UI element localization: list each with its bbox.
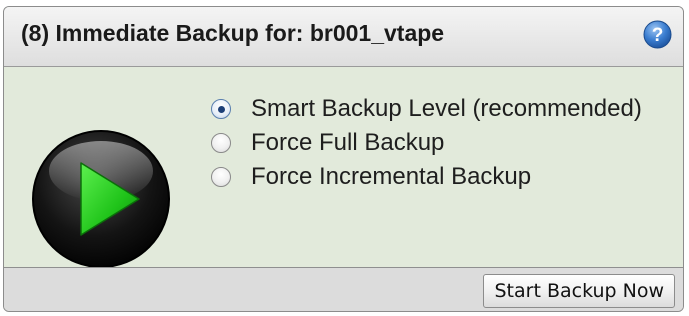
option-label: Smart Backup Level (recommended) — [251, 95, 642, 122]
panel-title: (8) Immediate Backup for: br001_vtape — [21, 20, 445, 46]
option-force-full-backup[interactable]: Force Full Backup — [211, 126, 642, 160]
panel-header: (8) Immediate Backup for: br001_vtape ? — [4, 7, 683, 67]
backup-level-options: Smart Backup Level (recommended) Force F… — [211, 92, 642, 194]
option-smart-backup[interactable]: Smart Backup Level (recommended) — [211, 92, 642, 126]
radio-force-incremental-backup[interactable] — [211, 167, 231, 187]
help-question-icon[interactable]: ? — [643, 20, 672, 49]
option-label: Force Full Backup — [251, 129, 445, 156]
svg-text:?: ? — [652, 25, 664, 46]
radio-smart-backup[interactable] — [211, 99, 231, 119]
immediate-backup-panel: (8) Immediate Backup for: br001_vtape ? — [3, 6, 684, 312]
option-force-incremental-backup[interactable]: Force Incremental Backup — [211, 160, 642, 194]
option-label: Force Incremental Backup — [251, 163, 532, 190]
play-icon[interactable] — [31, 129, 171, 269]
start-backup-button[interactable]: Start Backup Now — [483, 274, 675, 308]
panel-footer: Start Backup Now — [4, 267, 683, 311]
radio-force-full-backup[interactable] — [211, 133, 231, 153]
panel-body: Smart Backup Level (recommended) Force F… — [4, 67, 683, 269]
